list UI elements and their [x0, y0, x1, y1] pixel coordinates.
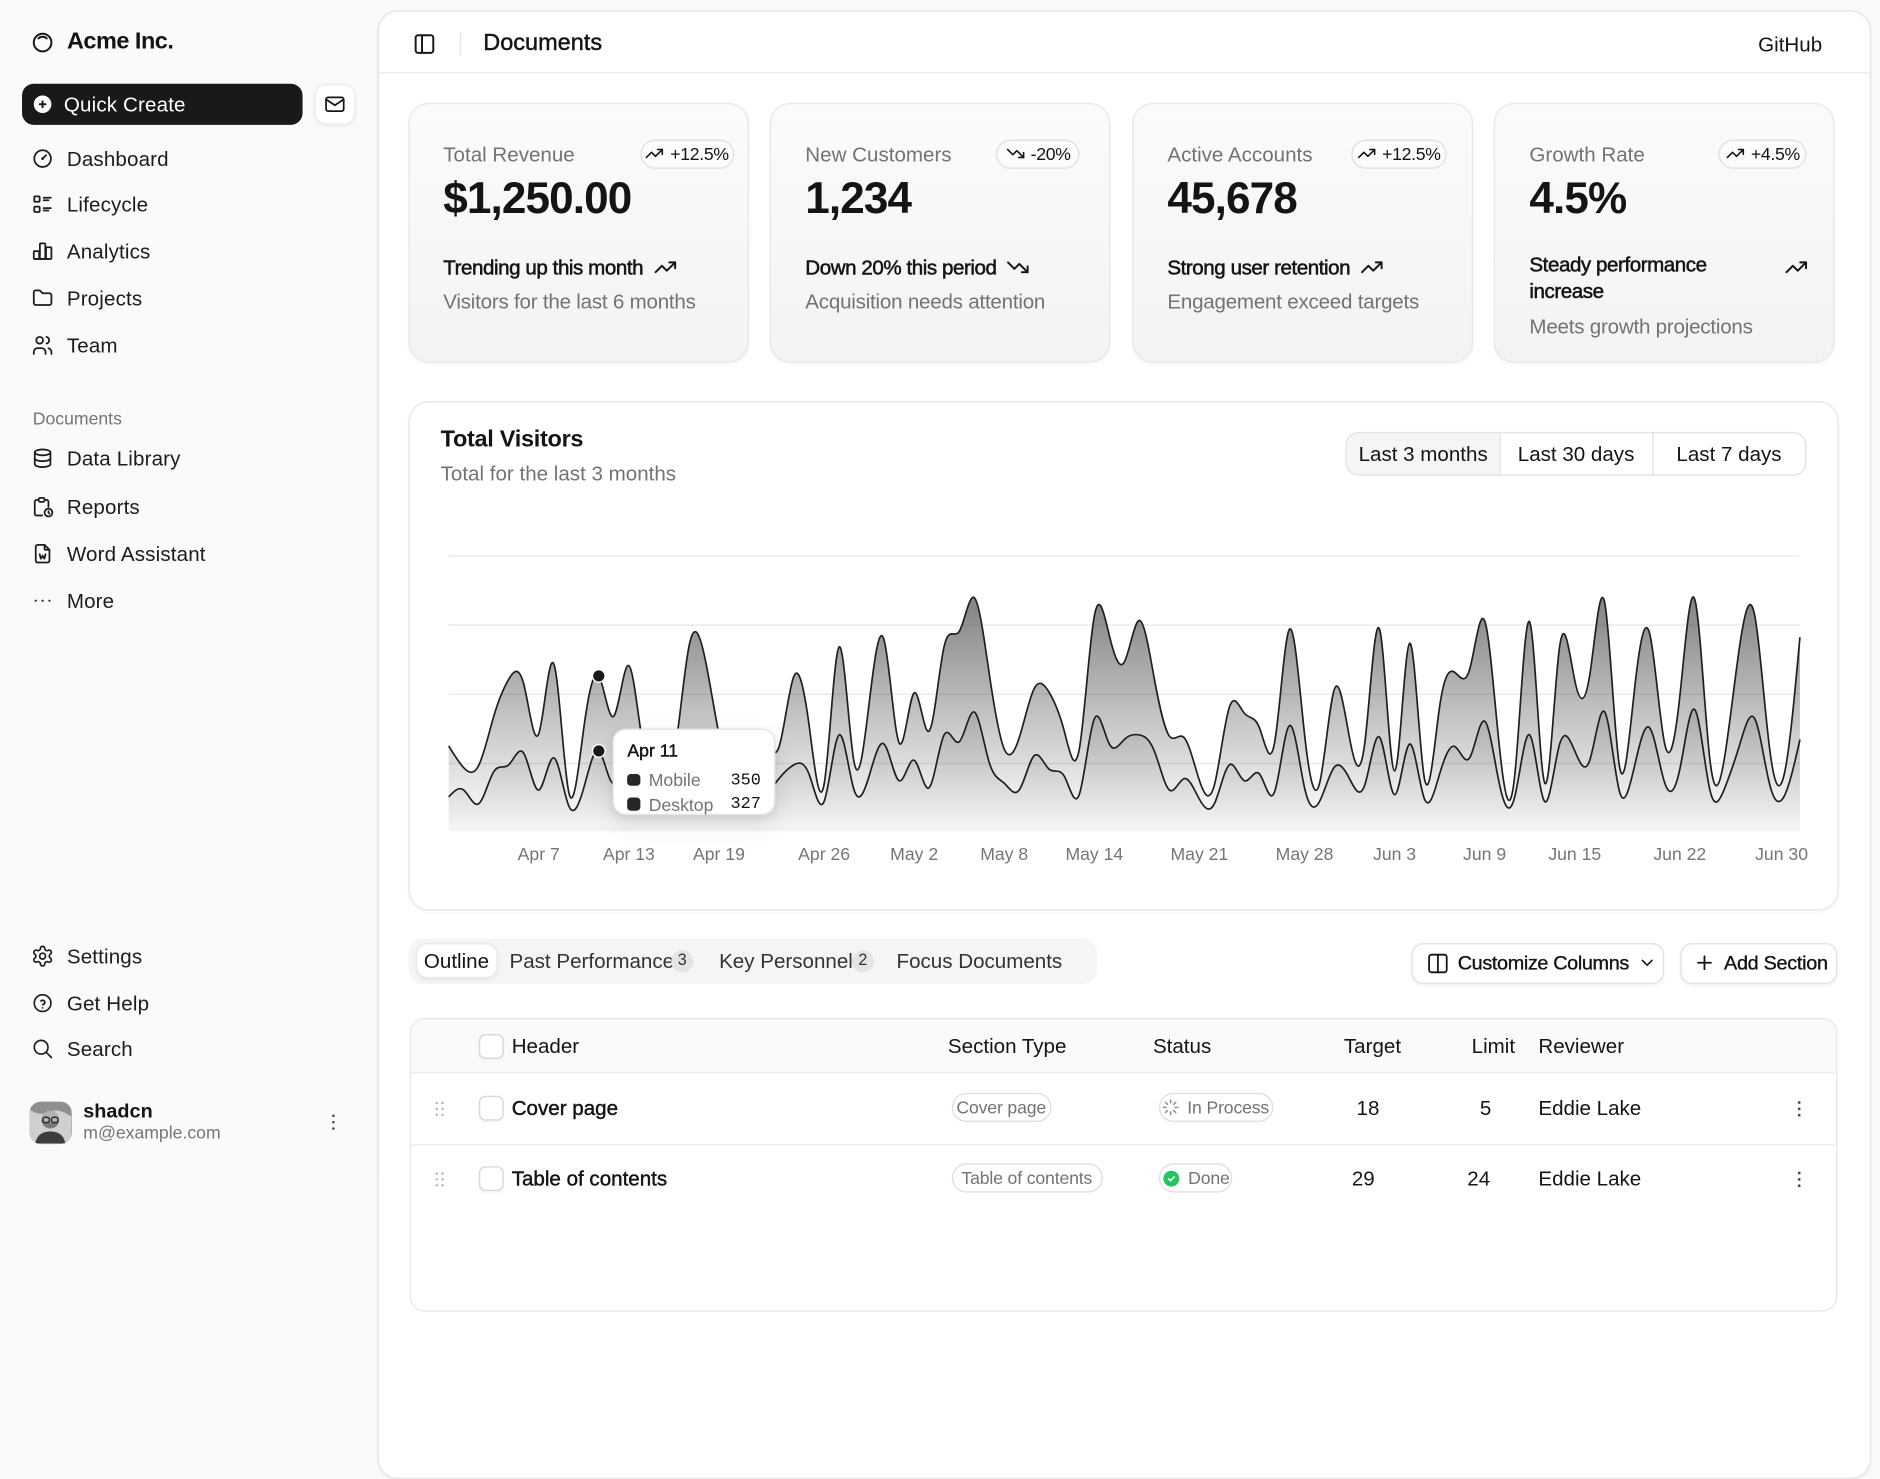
svg-text:Jun 15: Jun 15: [1548, 844, 1601, 864]
svg-text:May 28: May 28: [1276, 844, 1334, 864]
svg-text:May 21: May 21: [1170, 844, 1228, 864]
svg-text:Jun 3: Jun 3: [1373, 844, 1416, 864]
svg-text:May 2: May 2: [890, 844, 938, 864]
svg-text:May 14: May 14: [1065, 844, 1123, 864]
svg-text:Jun 9: Jun 9: [1463, 844, 1506, 864]
svg-text:Apr 13: Apr 13: [603, 844, 655, 864]
svg-text:Apr 19: Apr 19: [693, 844, 745, 864]
svg-text:Apr 7: Apr 7: [518, 844, 560, 864]
svg-text:Jun 30: Jun 30: [1755, 844, 1808, 864]
svg-text:Jun 22: Jun 22: [1653, 844, 1706, 864]
svg-text:May 8: May 8: [980, 844, 1028, 864]
svg-text:Apr 26: Apr 26: [798, 844, 850, 864]
